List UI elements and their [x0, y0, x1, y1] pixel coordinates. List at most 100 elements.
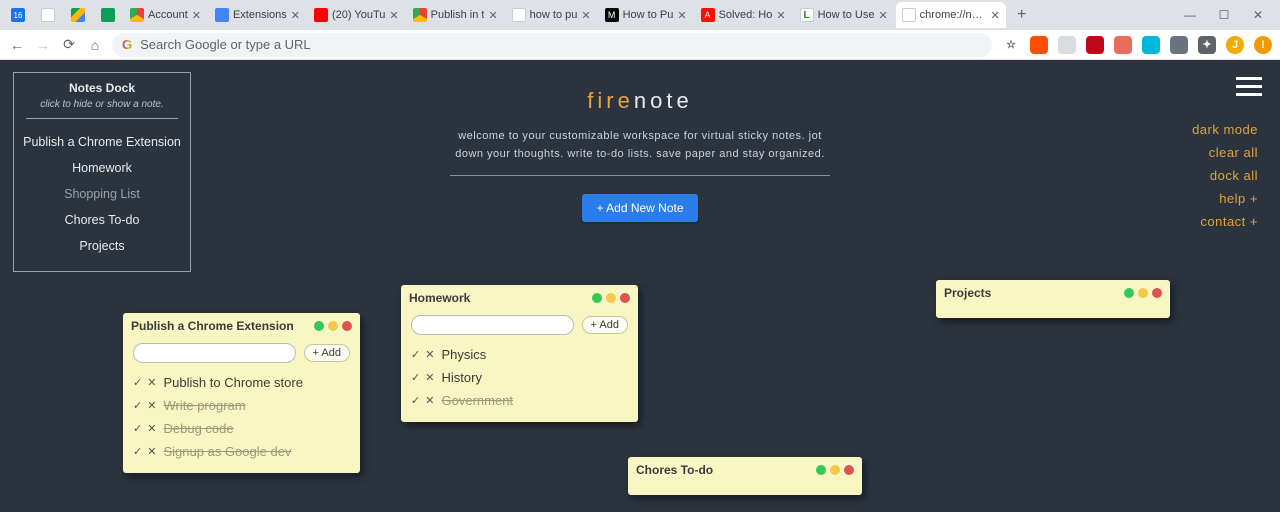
- hamburger-icon[interactable]: [1236, 72, 1262, 101]
- todo-check-delete-icons[interactable]: ✓ ✕: [133, 399, 158, 412]
- browser-tab[interactable]: Publish in t✕: [407, 2, 504, 28]
- menu-item[interactable]: contact +: [1192, 214, 1258, 229]
- note-add-input[interactable]: [133, 343, 296, 363]
- browser-tab[interactable]: [34, 2, 62, 28]
- tab-title: how to pu: [530, 9, 578, 21]
- window-close[interactable]: ✕: [1248, 8, 1268, 22]
- window-maximize[interactable]: ☐: [1214, 8, 1234, 22]
- dot-yellow-icon[interactable]: [830, 465, 840, 475]
- note-add-button[interactable]: + Add: [304, 344, 350, 362]
- tab-close-icon[interactable]: ✕: [990, 9, 999, 22]
- extension-icon[interactable]: [1058, 36, 1076, 54]
- note-todo-row: ✓ ✕ Debug code: [133, 417, 350, 440]
- browser-tab[interactable]: [64, 2, 92, 28]
- todo-check-delete-icons[interactable]: ✓ ✕: [411, 348, 436, 361]
- nav-back-icon[interactable]: ←: [8, 37, 26, 53]
- note-add-input[interactable]: [411, 315, 574, 335]
- extension-icon[interactable]: ✦: [1198, 36, 1216, 54]
- note-add-button[interactable]: + Add: [582, 316, 628, 334]
- browser-tab[interactable]: 16: [4, 2, 32, 28]
- dot-yellow-icon[interactable]: [1138, 288, 1148, 298]
- app-workspace: Notes Dock click to hide or show a note.…: [0, 60, 1280, 512]
- tab-close-icon[interactable]: ✕: [389, 9, 398, 22]
- extension-icon[interactable]: [1086, 36, 1104, 54]
- note-todo-row: ✓ ✕Physics: [411, 343, 628, 366]
- browser-tab[interactable]: (20) YouTu✕: [308, 2, 405, 28]
- dot-red-icon[interactable]: [1152, 288, 1162, 298]
- browser-tab[interactable]: chrome://newt✕: [896, 2, 1006, 28]
- dot-red-icon[interactable]: [342, 321, 352, 331]
- menu-item[interactable]: help +: [1192, 191, 1258, 206]
- extension-icons: ☆ ✦ J!: [1002, 36, 1272, 54]
- extension-icon[interactable]: ☆: [1002, 36, 1020, 54]
- note-window-dots: [592, 293, 630, 303]
- browser-tab[interactable]: [94, 2, 122, 28]
- new-tab-button[interactable]: +: [1010, 3, 1034, 27]
- dot-yellow-icon[interactable]: [328, 321, 338, 331]
- todo-check-delete-icons[interactable]: ✓ ✕: [133, 376, 158, 389]
- omnibox[interactable]: G Search Google or type a URL: [112, 33, 992, 57]
- browser-tab[interactable]: LHow to Use✕: [794, 2, 894, 28]
- dot-red-icon[interactable]: [844, 465, 854, 475]
- tab-title: How to Use: [818, 9, 875, 21]
- tab-close-icon[interactable]: ✕: [776, 9, 785, 22]
- menu-item[interactable]: clear all: [1192, 145, 1258, 160]
- dot-red-icon[interactable]: [620, 293, 630, 303]
- extension-icon[interactable]: J: [1226, 36, 1244, 54]
- todo-check-delete-icons[interactable]: ✓ ✕: [133, 445, 158, 458]
- tab-favicon: M: [605, 8, 619, 22]
- menu-item[interactable]: dock all: [1192, 168, 1258, 183]
- tab-close-icon[interactable]: ✕: [192, 9, 201, 22]
- tab-favicon: [314, 8, 328, 22]
- note-window-dots: [816, 465, 854, 475]
- dot-green-icon[interactable]: [592, 293, 602, 303]
- browser-tab[interactable]: Account✕: [124, 2, 207, 28]
- todo-check-delete-icons[interactable]: ✓ ✕: [411, 371, 436, 384]
- tab-favicon: [101, 8, 115, 22]
- browser-tab[interactable]: MHow to Pu✕: [599, 2, 693, 28]
- nav-reload-icon[interactable]: ⟳: [60, 36, 78, 53]
- extension-icon[interactable]: [1114, 36, 1132, 54]
- note-chores[interactable]: Chores To-do: [628, 457, 862, 495]
- welcome-line-2: down your thoughts. write to-do lists. s…: [450, 146, 830, 164]
- dot-yellow-icon[interactable]: [606, 293, 616, 303]
- note-projects[interactable]: Projects: [936, 280, 1170, 318]
- tab-close-icon[interactable]: ✕: [677, 9, 686, 22]
- brand-part-fire: fire: [587, 88, 634, 113]
- extension-icon[interactable]: [1170, 36, 1188, 54]
- extension-icon[interactable]: [1142, 36, 1160, 54]
- dot-green-icon[interactable]: [816, 465, 826, 475]
- todo-text: Debug code: [164, 421, 234, 436]
- tab-close-icon[interactable]: ✕: [291, 9, 300, 22]
- extension-icon[interactable]: !: [1254, 36, 1272, 54]
- todo-check-delete-icons[interactable]: ✓ ✕: [411, 394, 436, 407]
- browser-tab[interactable]: Extensions✕: [209, 2, 306, 28]
- dot-green-icon[interactable]: [314, 321, 324, 331]
- tab-close-icon[interactable]: ✕: [878, 9, 887, 22]
- dock-item[interactable]: Projects: [20, 233, 184, 259]
- window-minimize[interactable]: —: [1180, 8, 1200, 22]
- extension-icon[interactable]: [1030, 36, 1048, 54]
- nav-forward-icon[interactable]: →: [34, 37, 52, 53]
- dock-item[interactable]: Homework: [20, 155, 184, 181]
- browser-tab[interactable]: ASolved: Ho✕: [695, 2, 792, 28]
- dot-green-icon[interactable]: [1124, 288, 1134, 298]
- dock-item[interactable]: Chores To-do: [20, 207, 184, 233]
- note-publish[interactable]: Publish a Chrome Extension + Add ✓ ✕Publ…: [123, 313, 360, 473]
- tab-favicon: [130, 8, 144, 22]
- tab-favicon: [902, 8, 916, 22]
- dock-item[interactable]: Shopping List: [20, 181, 184, 207]
- tab-close-icon[interactable]: ✕: [488, 9, 497, 22]
- tab-close-icon[interactable]: ✕: [581, 9, 590, 22]
- browser-tab[interactable]: how to pu✕: [506, 2, 597, 28]
- todo-text: History: [442, 370, 482, 385]
- menu-item[interactable]: dark mode: [1192, 122, 1258, 137]
- nav-home-icon[interactable]: ⌂: [86, 37, 104, 53]
- add-new-note-button[interactable]: + Add New Note: [582, 194, 697, 222]
- todo-check-delete-icons[interactable]: ✓ ✕: [133, 422, 158, 435]
- note-homework[interactable]: Homework + Add ✓ ✕Physics✓ ✕History✓ ✕Go…: [401, 285, 638, 422]
- note-title: Homework: [409, 291, 592, 305]
- todo-text: Signup as Google dev: [164, 444, 292, 459]
- welcome-line-1: welcome to your customizable workspace f…: [450, 128, 830, 146]
- dock-item[interactable]: Publish a Chrome Extension: [20, 129, 184, 155]
